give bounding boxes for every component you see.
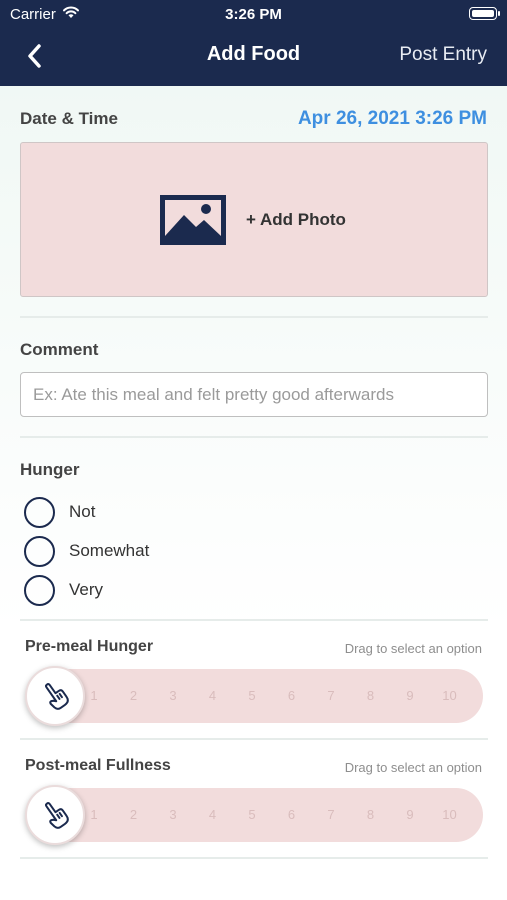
slider-tick: 7: [327, 688, 335, 703]
date-time-label: Date & Time: [20, 109, 118, 128]
status-bar: Carrier 3:26 PM: [0, 0, 507, 30]
slider-tick: 8: [366, 688, 375, 703]
radio-button[interactable]: [24, 496, 55, 528]
post-meal-hint: Drag to select an option: [344, 760, 482, 775]
slider-tick: 5: [248, 688, 256, 703]
pre-meal-hunger-slider[interactable]: 1 2 3 4 5 6 7 8 9 10: [26, 669, 483, 723]
slider-tick: 9: [406, 688, 414, 703]
slider-tick: 8: [366, 807, 375, 822]
slider-tick: 4: [208, 807, 217, 822]
slider-tick: 7: [327, 807, 335, 822]
pre-meal-slider-handle[interactable]: [25, 666, 85, 726]
pointing-hand-icon: [45, 683, 69, 710]
nav-header: Carrier 3:26 PM Add Food Post Entry: [0, 0, 507, 86]
slider-tick: 1: [90, 688, 98, 703]
pre-meal-hint: Drag to select an option: [344, 641, 482, 656]
image-icon: [160, 195, 226, 245]
slider-tick: 2: [129, 688, 138, 703]
radio-button[interactable]: [24, 535, 55, 567]
slider-tick: 4: [208, 688, 217, 703]
slider-tick: 6: [287, 688, 296, 703]
post-entry-button[interactable]: Post Entry: [399, 44, 487, 66]
slider-tick: 2: [129, 807, 138, 822]
post-meal-fullness-label: Post-meal Fullness: [25, 757, 171, 774]
hunger-option-very[interactable]: Very: [24, 574, 103, 606]
slider-tick: 3: [169, 688, 177, 703]
date-time-value[interactable]: Apr 26, 2021 3:26 PM: [298, 108, 487, 130]
radio-button[interactable]: [24, 574, 55, 606]
battery-icon: [469, 7, 500, 20]
pointing-hand-icon: [45, 802, 69, 829]
slider-tick: 10: [442, 688, 457, 703]
radio-label: Very: [69, 580, 104, 599]
divider: [20, 436, 488, 438]
add-photo-label: + Add Photo: [246, 210, 346, 229]
slider-tick: 10: [442, 807, 457, 822]
slider-tick: 1: [90, 807, 98, 822]
divider: [20, 857, 488, 859]
radio-label: Somewhat: [69, 541, 150, 560]
divider: [20, 619, 488, 621]
hunger-option-not[interactable]: Not: [24, 496, 95, 528]
slider-tick: 9: [406, 807, 414, 822]
slider-tick: 5: [248, 807, 256, 822]
post-meal-fullness-slider[interactable]: 1 2 3 4 5 6 7 8 9 10: [26, 788, 483, 842]
hunger-label: Hunger: [20, 460, 80, 479]
slider-tick: 6: [287, 807, 296, 822]
divider: [20, 316, 488, 318]
status-time: 3:26 PM: [225, 6, 282, 23]
slider-tick: 3: [169, 807, 177, 822]
add-photo-button[interactable]: + Add Photo: [20, 142, 488, 297]
comment-label: Comment: [20, 340, 99, 359]
pre-meal-hunger-label: Pre-meal Hunger: [25, 638, 154, 655]
comment-input[interactable]: [20, 372, 488, 417]
post-meal-slider-handle[interactable]: [25, 785, 85, 845]
divider: [20, 738, 488, 740]
hunger-option-somewhat[interactable]: Somewhat: [24, 535, 149, 567]
radio-label: Not: [69, 502, 96, 521]
